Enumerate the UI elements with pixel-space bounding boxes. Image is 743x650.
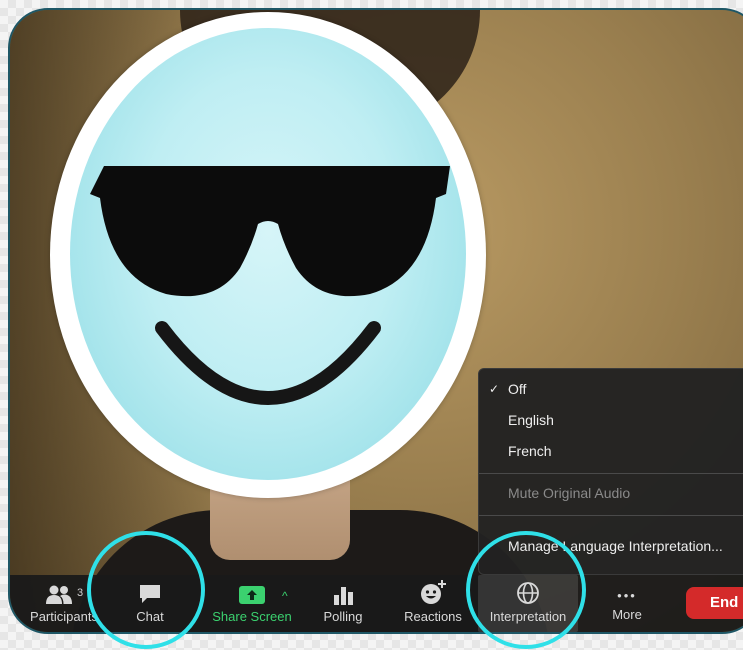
- share-arrow-icon: [239, 586, 265, 604]
- people-icon: [45, 585, 72, 604]
- ellipsis-icon: •••: [617, 588, 637, 603]
- menu-divider: [479, 515, 743, 516]
- interpretation-button[interactable]: Interpretation: [478, 575, 578, 632]
- more-label: More: [612, 607, 642, 622]
- polling-label: Polling: [323, 609, 363, 624]
- menu-item-english-label: English: [508, 412, 554, 428]
- interpretation-label: Interpretation: [489, 609, 567, 624]
- video-window: 3 Participants Chat Share Screen ^ Polli…: [8, 8, 743, 634]
- menu-item-off[interactable]: ✓ Off: [479, 376, 743, 402]
- share-screen-label: Share Screen: [212, 609, 292, 624]
- meeting-toolbar: 3 Participants Chat Share Screen ^ Polli…: [10, 575, 743, 632]
- globe-icon: [517, 582, 539, 604]
- participants-button[interactable]: 3 Participants: [20, 575, 108, 632]
- mute-original-audio-label: Mute Original Audio: [508, 485, 631, 501]
- participants-label: Participants: [30, 609, 98, 624]
- interpretation-menu: ✓ Off English French Mute Original Audio…: [478, 368, 743, 575]
- sunglasses-smiley-icon: [90, 166, 450, 405]
- menu-item-french[interactable]: French: [479, 438, 743, 464]
- sunglasses-emoji-cover: [70, 28, 466, 480]
- chat-button[interactable]: Chat: [120, 575, 180, 632]
- chat-bubble-icon: [140, 585, 160, 603]
- menu-item-mute-original-audio: Mute Original Audio: [479, 480, 743, 506]
- menu-item-french-label: French: [508, 443, 552, 459]
- share-screen-button[interactable]: Share Screen: [202, 575, 302, 632]
- reactions-button[interactable]: Reactions: [390, 575, 476, 632]
- emoji-plus-icon: [421, 580, 446, 604]
- manage-interpretation-label: Manage Language Interpretation...: [508, 538, 723, 554]
- bar-chart-icon: [334, 587, 353, 605]
- reactions-label: Reactions: [404, 609, 462, 624]
- participant-count: 3: [76, 587, 84, 599]
- share-options-caret[interactable]: ^: [282, 589, 288, 603]
- end-meeting-button[interactable]: End: [686, 587, 743, 619]
- more-button[interactable]: ••• More: [600, 575, 654, 632]
- menu-divider: [479, 473, 743, 474]
- chat-label: Chat: [136, 609, 164, 624]
- menu-item-off-label: Off: [508, 381, 527, 397]
- checkmark-icon: ✓: [489, 382, 500, 396]
- polling-button[interactable]: Polling: [312, 575, 374, 632]
- menu-item-english[interactable]: English: [479, 407, 743, 433]
- menu-item-manage-interpretation[interactable]: Manage Language Interpretation...: [479, 533, 743, 559]
